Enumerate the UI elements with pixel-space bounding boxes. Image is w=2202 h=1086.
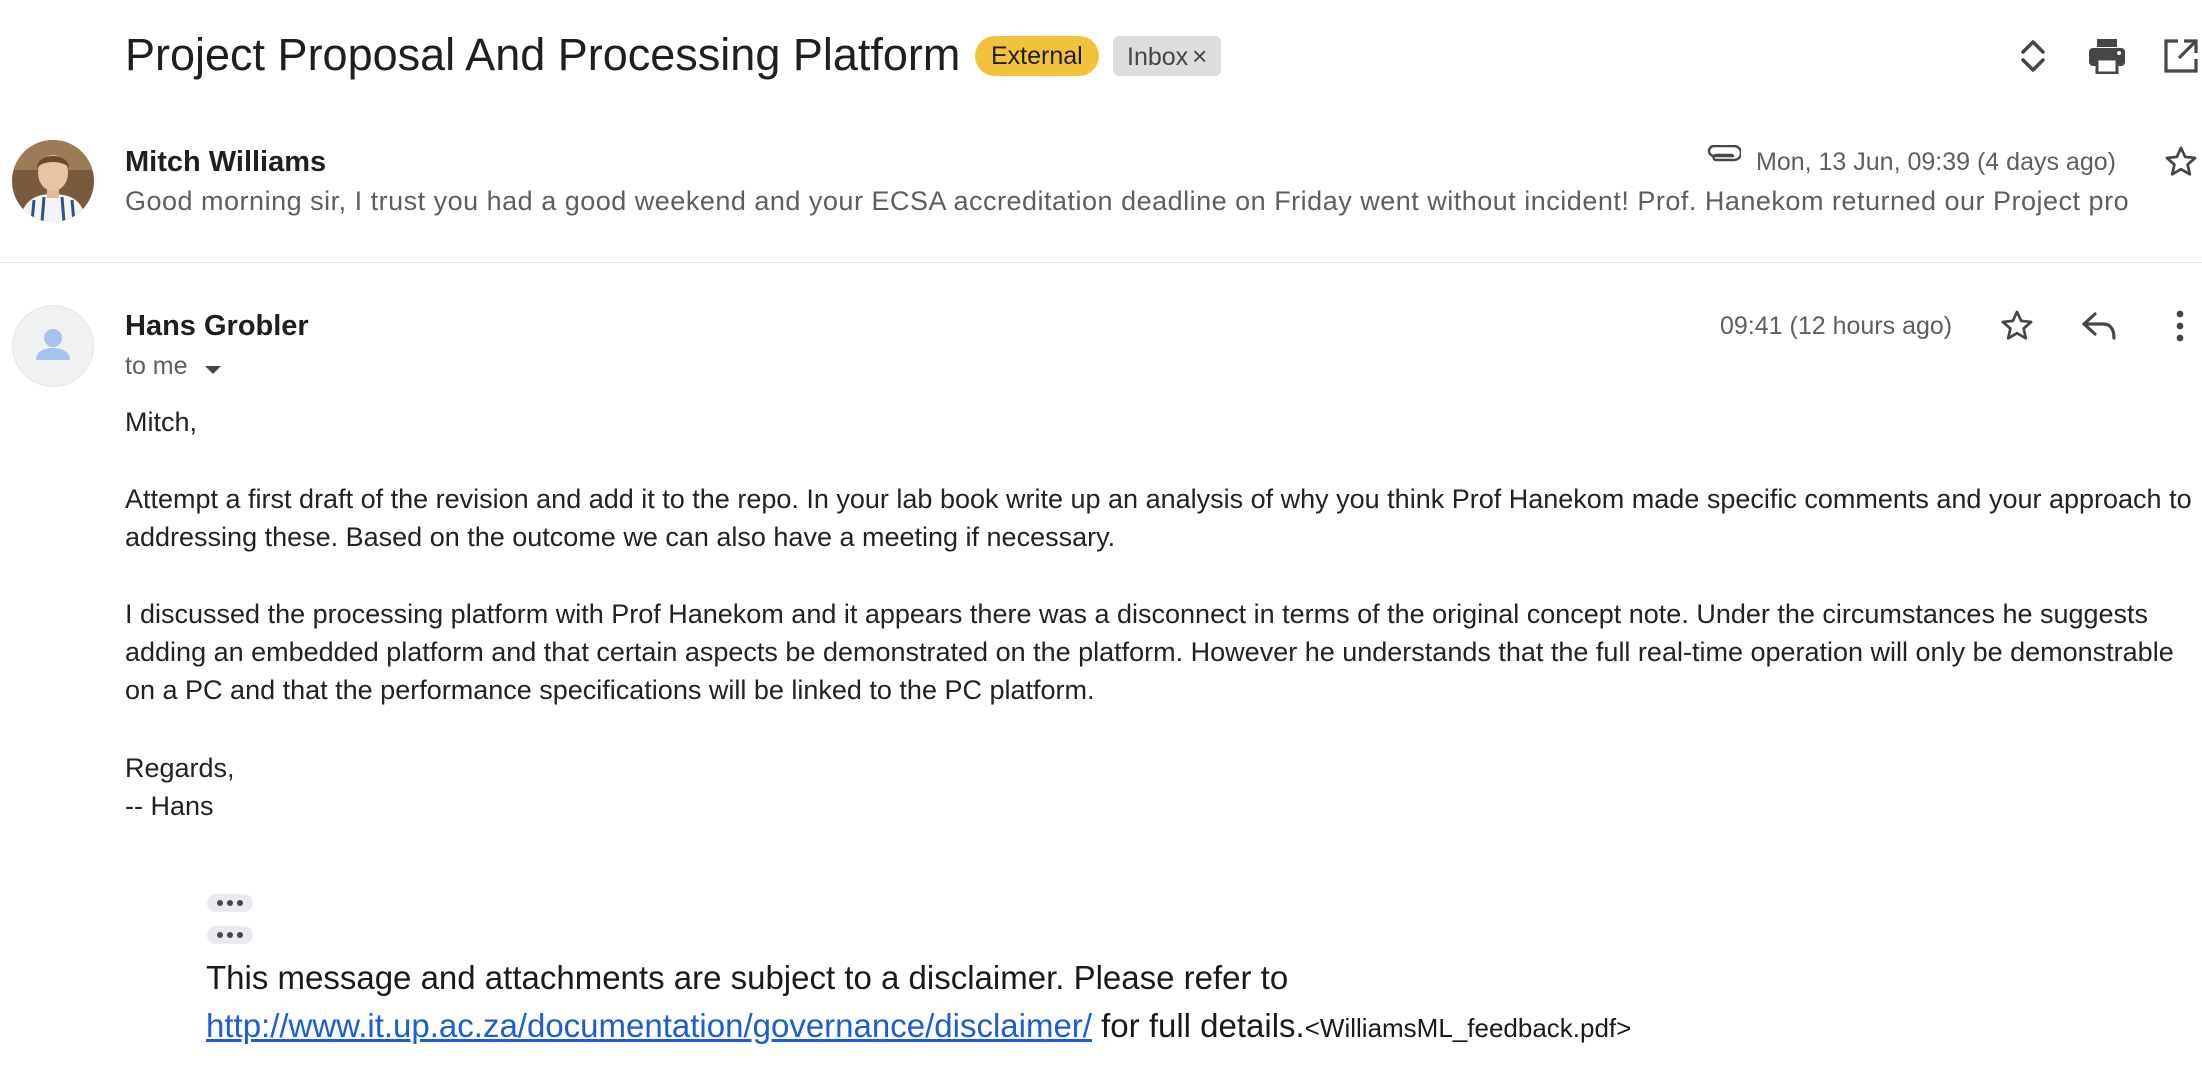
external-label: External: [975, 36, 1099, 76]
attachment-reference: <WilliamsML_feedback.pdf>: [1304, 1013, 1632, 1043]
sender-name: Hans Grobler: [125, 310, 309, 342]
message-date: 09:41 (12 hours ago): [1720, 312, 1953, 340]
open-new-window-icon[interactable]: [2163, 38, 2199, 74]
greeting: Mitch,: [125, 407, 198, 437]
email-thread-view: Project Proposal And Processing Platform…: [0, 0, 2202, 1086]
more-options-icon[interactable]: [2172, 308, 2188, 344]
inbox-label: Inbox ×: [1113, 36, 1222, 76]
attachment-icon: [1705, 144, 1743, 167]
print-icon[interactable]: [2088, 38, 2126, 75]
show-trimmed-content-button[interactable]: [207, 926, 253, 944]
reply-icon[interactable]: [2081, 310, 2117, 342]
remove-label-icon[interactable]: ×: [1192, 41, 1207, 71]
sender-name: Mitch Williams: [125, 146, 327, 178]
message-date: Mon, 13 Jun, 09:39 (4 days ago): [1756, 148, 2116, 176]
disclaimer-suffix: for full details.: [1091, 1007, 1305, 1044]
disclaimer: This message and attachments are subject…: [206, 954, 1746, 1052]
message-divider: [0, 262, 2202, 263]
star-icon[interactable]: [2163, 144, 2199, 180]
signature: -- Hans: [125, 791, 214, 821]
thread-subject: Project Proposal And Processing Platform: [125, 29, 961, 80]
recipient-label: to me: [125, 352, 188, 380]
expand-collapse-icon[interactable]: [2015, 36, 2051, 76]
chevron-down-icon[interactable]: [204, 351, 222, 383]
show-trimmed-content-button[interactable]: [207, 894, 253, 912]
avatar[interactable]: [12, 140, 94, 222]
default-avatar-icon[interactable]: [12, 305, 94, 387]
disclaimer-link[interactable]: http://www.it.up.ac.za/documentation/gov…: [206, 1007, 1092, 1044]
body-paragraph: I discussed the processing platform with…: [125, 599, 2174, 705]
star-icon[interactable]: [1999, 308, 2035, 344]
disclaimer-prefix: This message and attachments are subject…: [206, 959, 1289, 996]
message-snippet[interactable]: Good morning sir, I trust you had a good…: [125, 183, 2130, 219]
inbox-label-text: Inbox: [1127, 43, 1189, 71]
closing: Regards,: [125, 753, 235, 783]
recipient-details[interactable]: to me: [125, 350, 222, 383]
body-paragraph: Attempt a first draft of the revision an…: [125, 484, 2192, 552]
